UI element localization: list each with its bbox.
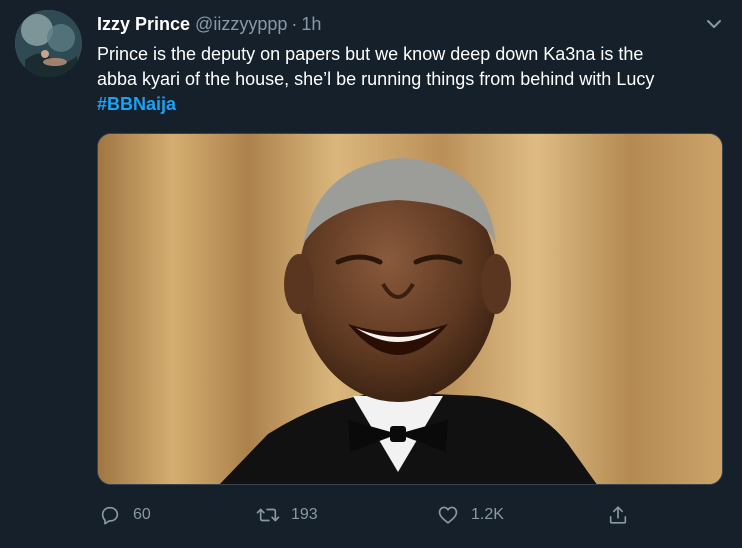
- header-separator: ·: [291, 14, 298, 34]
- tweet-body: Prince is the deputy on papers but we kn…: [97, 44, 655, 89]
- author-handle[interactable]: @iizzyyppp: [195, 13, 287, 35]
- avatar-image: [15, 10, 82, 77]
- hashtag-link[interactable]: #BBNaija: [97, 94, 176, 114]
- photo-laughing-man: [98, 134, 722, 484]
- heart-icon: [435, 502, 461, 528]
- tweet-actions: 60 193 1.2K: [97, 500, 637, 530]
- like-count: 1.2K: [471, 506, 504, 523]
- reply-count: 60: [133, 506, 151, 523]
- author-name[interactable]: Izzy Prince: [97, 13, 190, 35]
- share-icon: [605, 502, 631, 528]
- tweet-text: Prince is the deputy on papers but we kn…: [97, 42, 732, 117]
- share-button[interactable]: [605, 500, 631, 530]
- timestamp[interactable]: 1h: [301, 13, 321, 35]
- retweet-count: 193: [291, 506, 318, 523]
- tweet-header: Izzy Prince @iizzyyppp · 1h: [97, 13, 321, 35]
- tweet-image[interactable]: [97, 133, 723, 485]
- avatar[interactable]: [15, 10, 82, 77]
- retweet-icon: [255, 502, 281, 528]
- retweet-button[interactable]: 193: [255, 500, 318, 530]
- tweet[interactable]: Izzy Prince @iizzyyppp · 1h Prince is th…: [0, 0, 742, 548]
- chevron-down-icon[interactable]: [704, 14, 724, 34]
- reply-button[interactable]: 60: [97, 500, 151, 530]
- like-button[interactable]: 1.2K: [435, 500, 504, 530]
- reply-icon: [97, 502, 123, 528]
